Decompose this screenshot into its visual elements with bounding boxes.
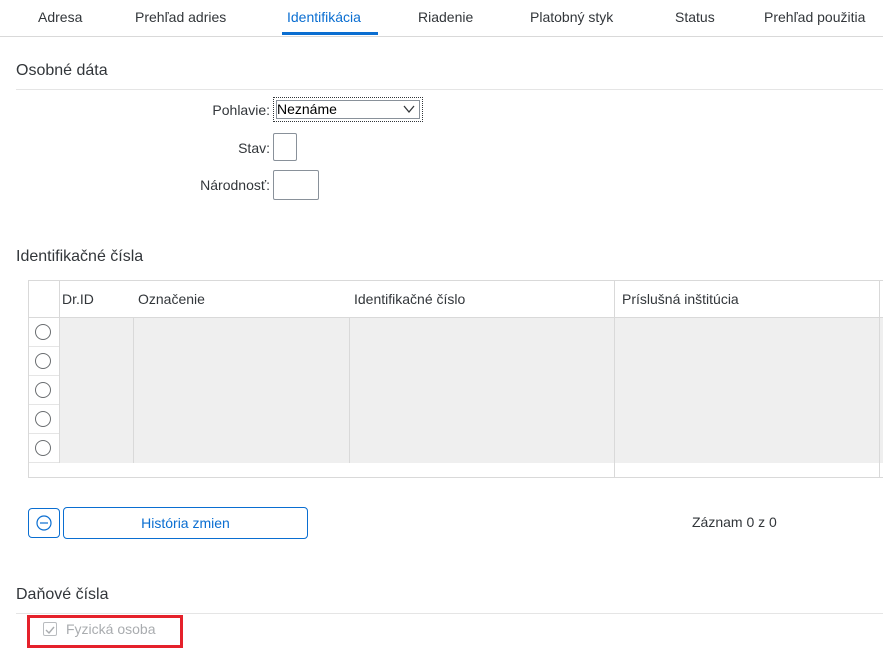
section-title-id-numbers: Identifikačné čísla <box>16 248 144 265</box>
table-row[interactable] <box>29 347 883 376</box>
natural-person-label: Fyzická osoba <box>66 621 156 637</box>
row-fill <box>59 347 883 376</box>
row-select-radio[interactable] <box>35 353 51 369</box>
active-tab-indicator <box>282 32 378 35</box>
column-header-dr-id: Dr.ID <box>62 291 94 307</box>
gender-label: Pohlavie: <box>212 102 270 118</box>
id-numbers-table: Dr.ID Označenie Identifikačné číslo Prís… <box>28 280 883 478</box>
change-history-button[interactable]: História zmien <box>63 507 308 539</box>
nationality-label: Národnosť: <box>200 177 270 193</box>
row-select-radio[interactable] <box>35 382 51 398</box>
column-divider <box>349 318 350 463</box>
column-header-id-number: Identifikačné číslo <box>354 291 466 307</box>
column-divider <box>133 318 134 463</box>
section-title-tax: Daňové čísla <box>16 586 109 603</box>
row-select-radio[interactable] <box>35 440 51 456</box>
table-row[interactable] <box>29 318 883 347</box>
row-fill <box>59 434 883 463</box>
row-fill <box>59 405 883 434</box>
column-header-designation: Označenie <box>138 291 205 307</box>
column-divider <box>614 281 615 478</box>
tab-payment[interactable]: Platobný styk <box>530 9 613 25</box>
row-select-radio[interactable] <box>35 324 51 340</box>
nationality-field[interactable] <box>273 170 319 200</box>
natural-person-checkbox[interactable] <box>43 622 57 636</box>
row-select-radio[interactable] <box>35 411 51 427</box>
tab-control[interactable]: Riadenie <box>418 9 473 25</box>
tab-usage-overview[interactable]: Prehľad použitia <box>764 9 865 25</box>
table-row[interactable] <box>29 434 883 463</box>
tab-identification[interactable]: Identifikácia <box>287 9 361 25</box>
record-counter: Záznam 0 z 0 <box>692 514 777 530</box>
chevron-down-icon <box>402 102 416 121</box>
column-divider <box>879 281 880 478</box>
column-divider <box>59 281 60 463</box>
tab-status[interactable]: Status <box>675 9 715 25</box>
gender-select[interactable]: Neznáme <box>273 97 423 122</box>
gender-select-value: Neznáme <box>277 101 337 117</box>
table-row[interactable] <box>29 405 883 434</box>
tab-address[interactable]: Adresa <box>38 9 82 25</box>
table-row-empty <box>29 463 883 478</box>
column-header-institution: Príslušná inštitúcia <box>622 291 739 307</box>
section-divider <box>16 613 883 614</box>
checkmark-icon <box>45 626 55 635</box>
section-title-personal: Osobné dáta <box>16 62 108 79</box>
highlight-box: Fyzická osoba <box>27 615 183 648</box>
table-row[interactable] <box>29 376 883 405</box>
tab-address-overview[interactable]: Prehľad adries <box>135 9 226 25</box>
collapse-button[interactable] <box>28 508 60 538</box>
status-field[interactable] <box>273 133 297 161</box>
status-label: Stav: <box>238 140 270 156</box>
table-header: Dr.ID Označenie Identifikačné číslo Prís… <box>29 281 883 318</box>
tab-bar: Adresa Prehľad adries Identifikácia Riad… <box>0 0 883 37</box>
row-fill <box>59 376 883 405</box>
row-fill <box>59 318 883 347</box>
minus-circle-icon <box>36 515 52 531</box>
section-divider <box>16 89 883 90</box>
